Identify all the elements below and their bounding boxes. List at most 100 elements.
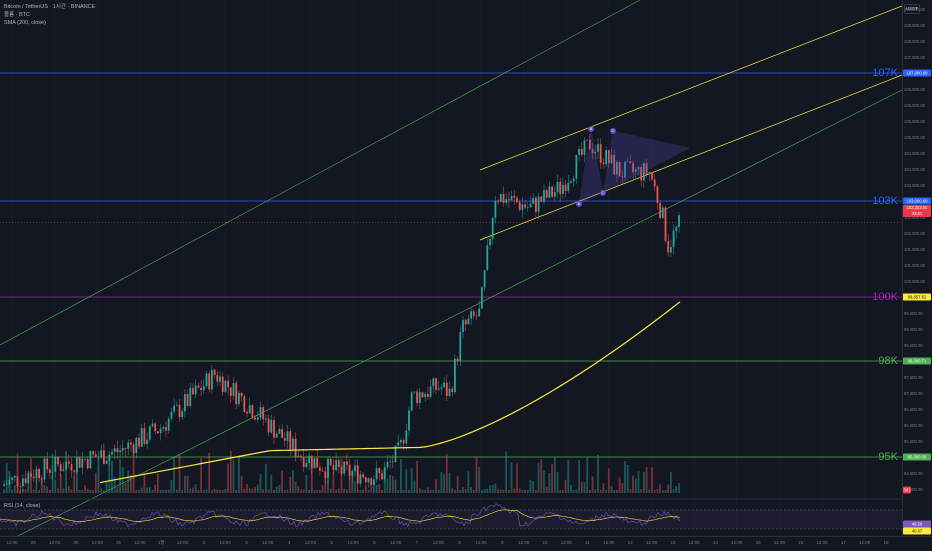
volume-bar	[46, 486, 49, 493]
candle-body	[599, 144, 602, 163]
volume-bar	[138, 489, 140, 493]
volume-bar	[194, 484, 197, 493]
volume-bar	[319, 489, 321, 493]
volume-bar	[540, 458, 543, 493]
time-tick-label: 15	[755, 540, 761, 545]
price-tick-label: 99,000.00	[904, 327, 923, 332]
volume-bar	[640, 489, 643, 493]
candle-body	[216, 375, 219, 382]
price-tick-label: 99,500.00	[904, 311, 923, 316]
candle-body	[424, 393, 427, 398]
volume-bar	[143, 473, 146, 493]
volume-bar	[238, 455, 240, 493]
level-label: 95K	[878, 451, 898, 463]
candle-body	[481, 287, 483, 309]
time-tick-label: 12:00	[859, 540, 871, 545]
candle-body	[224, 380, 227, 393]
candle-body	[157, 431, 159, 434]
candle-body	[113, 448, 116, 452]
time-tick-label: 12:00	[645, 540, 658, 545]
level-label: 103K	[872, 195, 898, 207]
volume-bar	[589, 489, 591, 493]
volume-bar	[251, 488, 254, 493]
candle-body	[337, 460, 340, 468]
volume-bar	[451, 488, 454, 493]
level-price-tag: 98,000.71	[903, 357, 931, 365]
candle-body	[329, 458, 332, 466]
volume-bar	[481, 489, 483, 493]
candle-body	[661, 207, 664, 218]
candle-body	[213, 369, 216, 376]
volume-bar	[281, 470, 283, 493]
candle-body	[437, 388, 440, 390]
volume-bar	[297, 486, 300, 493]
candle-body	[570, 181, 572, 183]
candle-body	[429, 386, 432, 397]
candle-body	[259, 407, 262, 418]
volume-bar	[616, 489, 618, 493]
time-tick-label: 12:00	[688, 540, 700, 545]
candle-body	[240, 392, 243, 397]
candle-body	[548, 186, 551, 198]
volume-bar	[653, 489, 656, 493]
rsi-title[interactable]: RSI (14, close)	[4, 503, 40, 509]
volume-bar	[57, 488, 59, 493]
candle-body	[43, 458, 46, 480]
candle-body	[178, 404, 181, 418]
candle-body	[5, 484, 8, 485]
volume-bar	[529, 480, 532, 493]
time-tick-label: 12:00	[176, 540, 189, 545]
candle-body	[578, 148, 580, 156]
price-tick-label: 101,500.00	[904, 247, 925, 252]
symbol-title[interactable]: Bitcoin / TetherUS · 1시간 · BINANCE	[4, 4, 95, 11]
candle-body	[13, 476, 16, 478]
candle-body	[316, 458, 319, 468]
candle-body	[583, 140, 586, 155]
candle-body	[302, 457, 305, 467]
candle-body	[292, 438, 294, 449]
candle-body	[405, 430, 408, 444]
candle-body	[656, 186, 659, 203]
candle-body	[472, 311, 475, 316]
candle-body	[105, 460, 108, 464]
volume-bar	[610, 485, 613, 493]
volume-bar	[97, 457, 100, 493]
volume-bar	[49, 489, 51, 493]
volume-bar	[235, 489, 238, 493]
time-tick-label: 11	[585, 540, 590, 545]
candle-body	[448, 388, 451, 396]
price-tick-label: 98,500.00	[904, 343, 923, 348]
volume-bar	[618, 477, 621, 493]
price-chart-canvas[interactable]	[0, 0, 932, 550]
candle-body	[130, 442, 132, 445]
candle-body	[354, 465, 356, 472]
chart-root[interactable]: Bitcoin / TetherUS · 1시간 · BINANCE 볼륨 · …	[0, 0, 932, 551]
candle-body	[162, 427, 165, 429]
time-tick-label: 12:00	[816, 540, 828, 545]
candle-body	[359, 474, 362, 484]
candle-body	[486, 245, 489, 271]
candle-body	[435, 378, 437, 390]
candle-body	[491, 217, 494, 239]
volume-bar	[394, 479, 397, 493]
volume-bar	[489, 485, 491, 493]
candle-body	[267, 418, 270, 433]
volume-bar	[256, 484, 259, 493]
volume-bar	[524, 489, 526, 493]
volume-indicator-label[interactable]: 볼륨 · BTC	[4, 12, 30, 19]
candle-body	[121, 448, 124, 451]
candle-body	[497, 200, 499, 202]
volume-bar	[386, 478, 389, 493]
volume-bar	[378, 484, 381, 493]
candle-body	[281, 428, 283, 438]
sma-indicator-label[interactable]: SMA (200, close)	[4, 20, 46, 27]
volume-bar	[605, 489, 607, 493]
time-tick-label: 16	[798, 540, 804, 545]
sma-value-tag: 99,857.62	[903, 293, 931, 301]
volume-bar	[92, 489, 94, 493]
volume-bar	[54, 479, 57, 493]
volume-bar	[510, 462, 513, 493]
level-label: 107K	[872, 67, 898, 79]
volume-bar	[146, 487, 148, 493]
volume-bar	[367, 489, 370, 493]
